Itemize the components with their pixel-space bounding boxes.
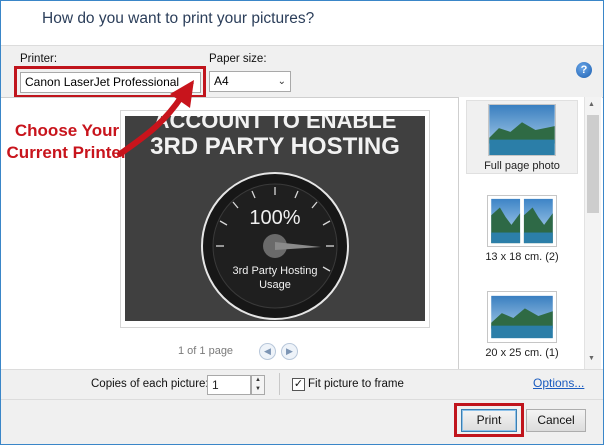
two-portrait-thumbnail-icon [487,195,557,247]
layout-label: 13 x 18 cm. (2) [485,251,559,263]
chevron-down-icon[interactable]: ▼ [252,385,264,394]
page-indicator: 1 of 1 page [178,345,234,357]
callout-arrow-icon [117,80,194,157]
divider [279,373,280,395]
fit-picture-label: Fit picture to frame [308,378,404,390]
layout-label: Full page photo [484,160,560,172]
previous-page-button[interactable]: ◀ [259,343,276,360]
printer-label: Printer: [20,53,58,65]
scroll-down-icon[interactable]: ▼ [588,355,595,362]
chevron-down-icon: ⌄ [277,76,286,87]
gauge-label-2: Usage [259,279,291,291]
cancel-button[interactable]: Cancel [526,409,586,432]
help-icon[interactable]: ? [576,62,592,78]
options-link[interactable]: Options... [533,376,584,390]
paper-size-select[interactable]: A4 ⌄ [209,71,291,92]
chevron-up-icon[interactable]: ▲ [252,376,264,385]
landscape-thumbnail-icon [487,291,557,343]
callout-line-2: Current Printer [6,143,128,162]
scroll-thumb[interactable] [587,115,599,213]
fit-picture-checkbox[interactable]: ✓ [292,378,305,391]
layout-13x18-2[interactable]: 13 x 18 cm. (2) [466,195,578,269]
next-page-button[interactable]: ▶ [281,343,298,360]
gauge-percent: 100% [249,207,300,229]
copies-label: Copies of each picture: [91,378,209,390]
copies-input[interactable]: 1 [207,375,251,395]
layout-20x25-1[interactable]: 20 x 25 cm. (1) [466,291,578,365]
dialog-header: How do you want to print your pictures? [1,1,603,45]
callout-text: Choose Your Current Printer [6,120,128,164]
landscape-thumbnail-icon [488,104,556,156]
copies-stepper[interactable]: ▲ ▼ [251,375,265,395]
paper-size-select-value: A4 [214,74,229,88]
scroll-up-icon[interactable]: ▲ [588,101,595,108]
paper-size-label: Paper size: [209,53,267,65]
layout-scrollbar[interactable]: ▲ ▼ [584,97,601,369]
dialog-heading: How do you want to print your pictures? [42,10,315,27]
callout-line-1: Choose Your [14,121,120,140]
print-highlight-box [454,403,524,437]
layout-label: 20 x 25 cm. (1) [485,347,559,359]
layout-full-page-photo[interactable]: Full page photo [466,100,578,174]
gauge-label-1: 3rd Party Hosting [233,265,318,277]
